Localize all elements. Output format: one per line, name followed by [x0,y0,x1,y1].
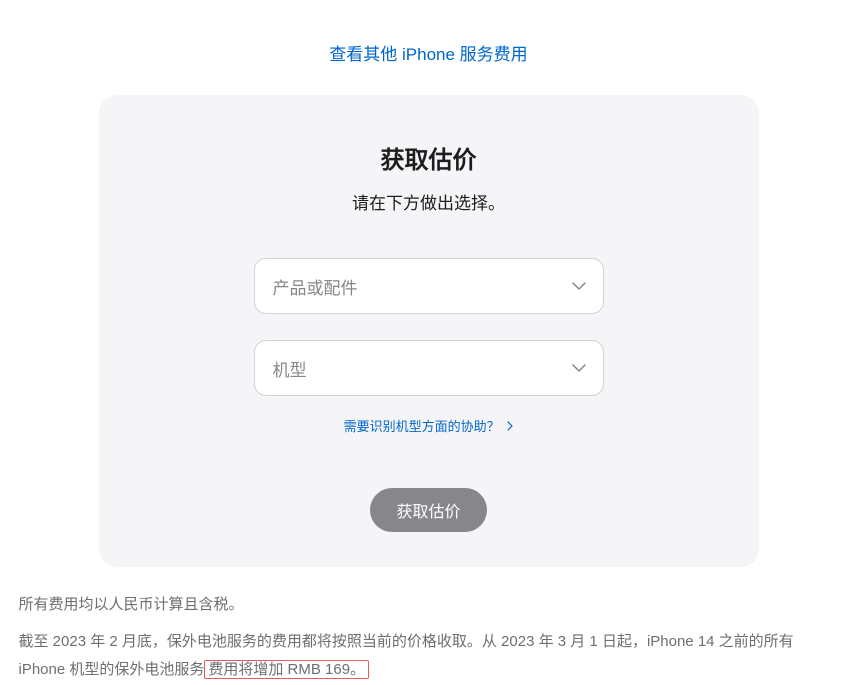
help-link-wrap: 需要识别机型方面的协助？ [149,416,709,436]
footnote: 所有费用均以人民币计算且含税。 截至 2023 年 2 月底，保外电池服务的费用… [9,591,849,685]
help-link-label: 需要识别机型方面的协助？ [344,419,500,434]
footnote-price-change: 截至 2023 年 2 月底，保外电池服务的费用都将按照当前的价格收取。从 20… [19,628,839,685]
other-services-link[interactable]: 查看其他 iPhone 服务费用 [329,45,527,64]
card-title: 获取估价 [149,140,709,175]
card-subtitle: 请在下方做出选择。 [149,189,709,214]
product-select[interactable]: 产品或配件 [254,258,604,314]
model-select-wrap: 机型 [254,340,604,396]
identify-model-link[interactable]: 需要识别机型方面的协助？ [344,419,514,434]
get-estimate-button[interactable]: 获取估价 [370,488,486,532]
chevron-right-icon [507,419,513,434]
top-link-wrap: 查看其他 iPhone 服务费用 [0,0,857,95]
model-select[interactable]: 机型 [254,340,604,396]
product-select-wrap: 产品或配件 [254,258,604,314]
estimate-card: 获取估价 请在下方做出选择。 产品或配件 机型 需要识别机型方面的协助？ 获取估… [99,95,759,567]
footnote-text-a: 截至 2023 年 2 月底，保外电池服务的费用都将按照当前的价格收取。从 20… [19,633,794,679]
footnote-tax: 所有费用均以人民币计算且含税。 [19,591,839,620]
